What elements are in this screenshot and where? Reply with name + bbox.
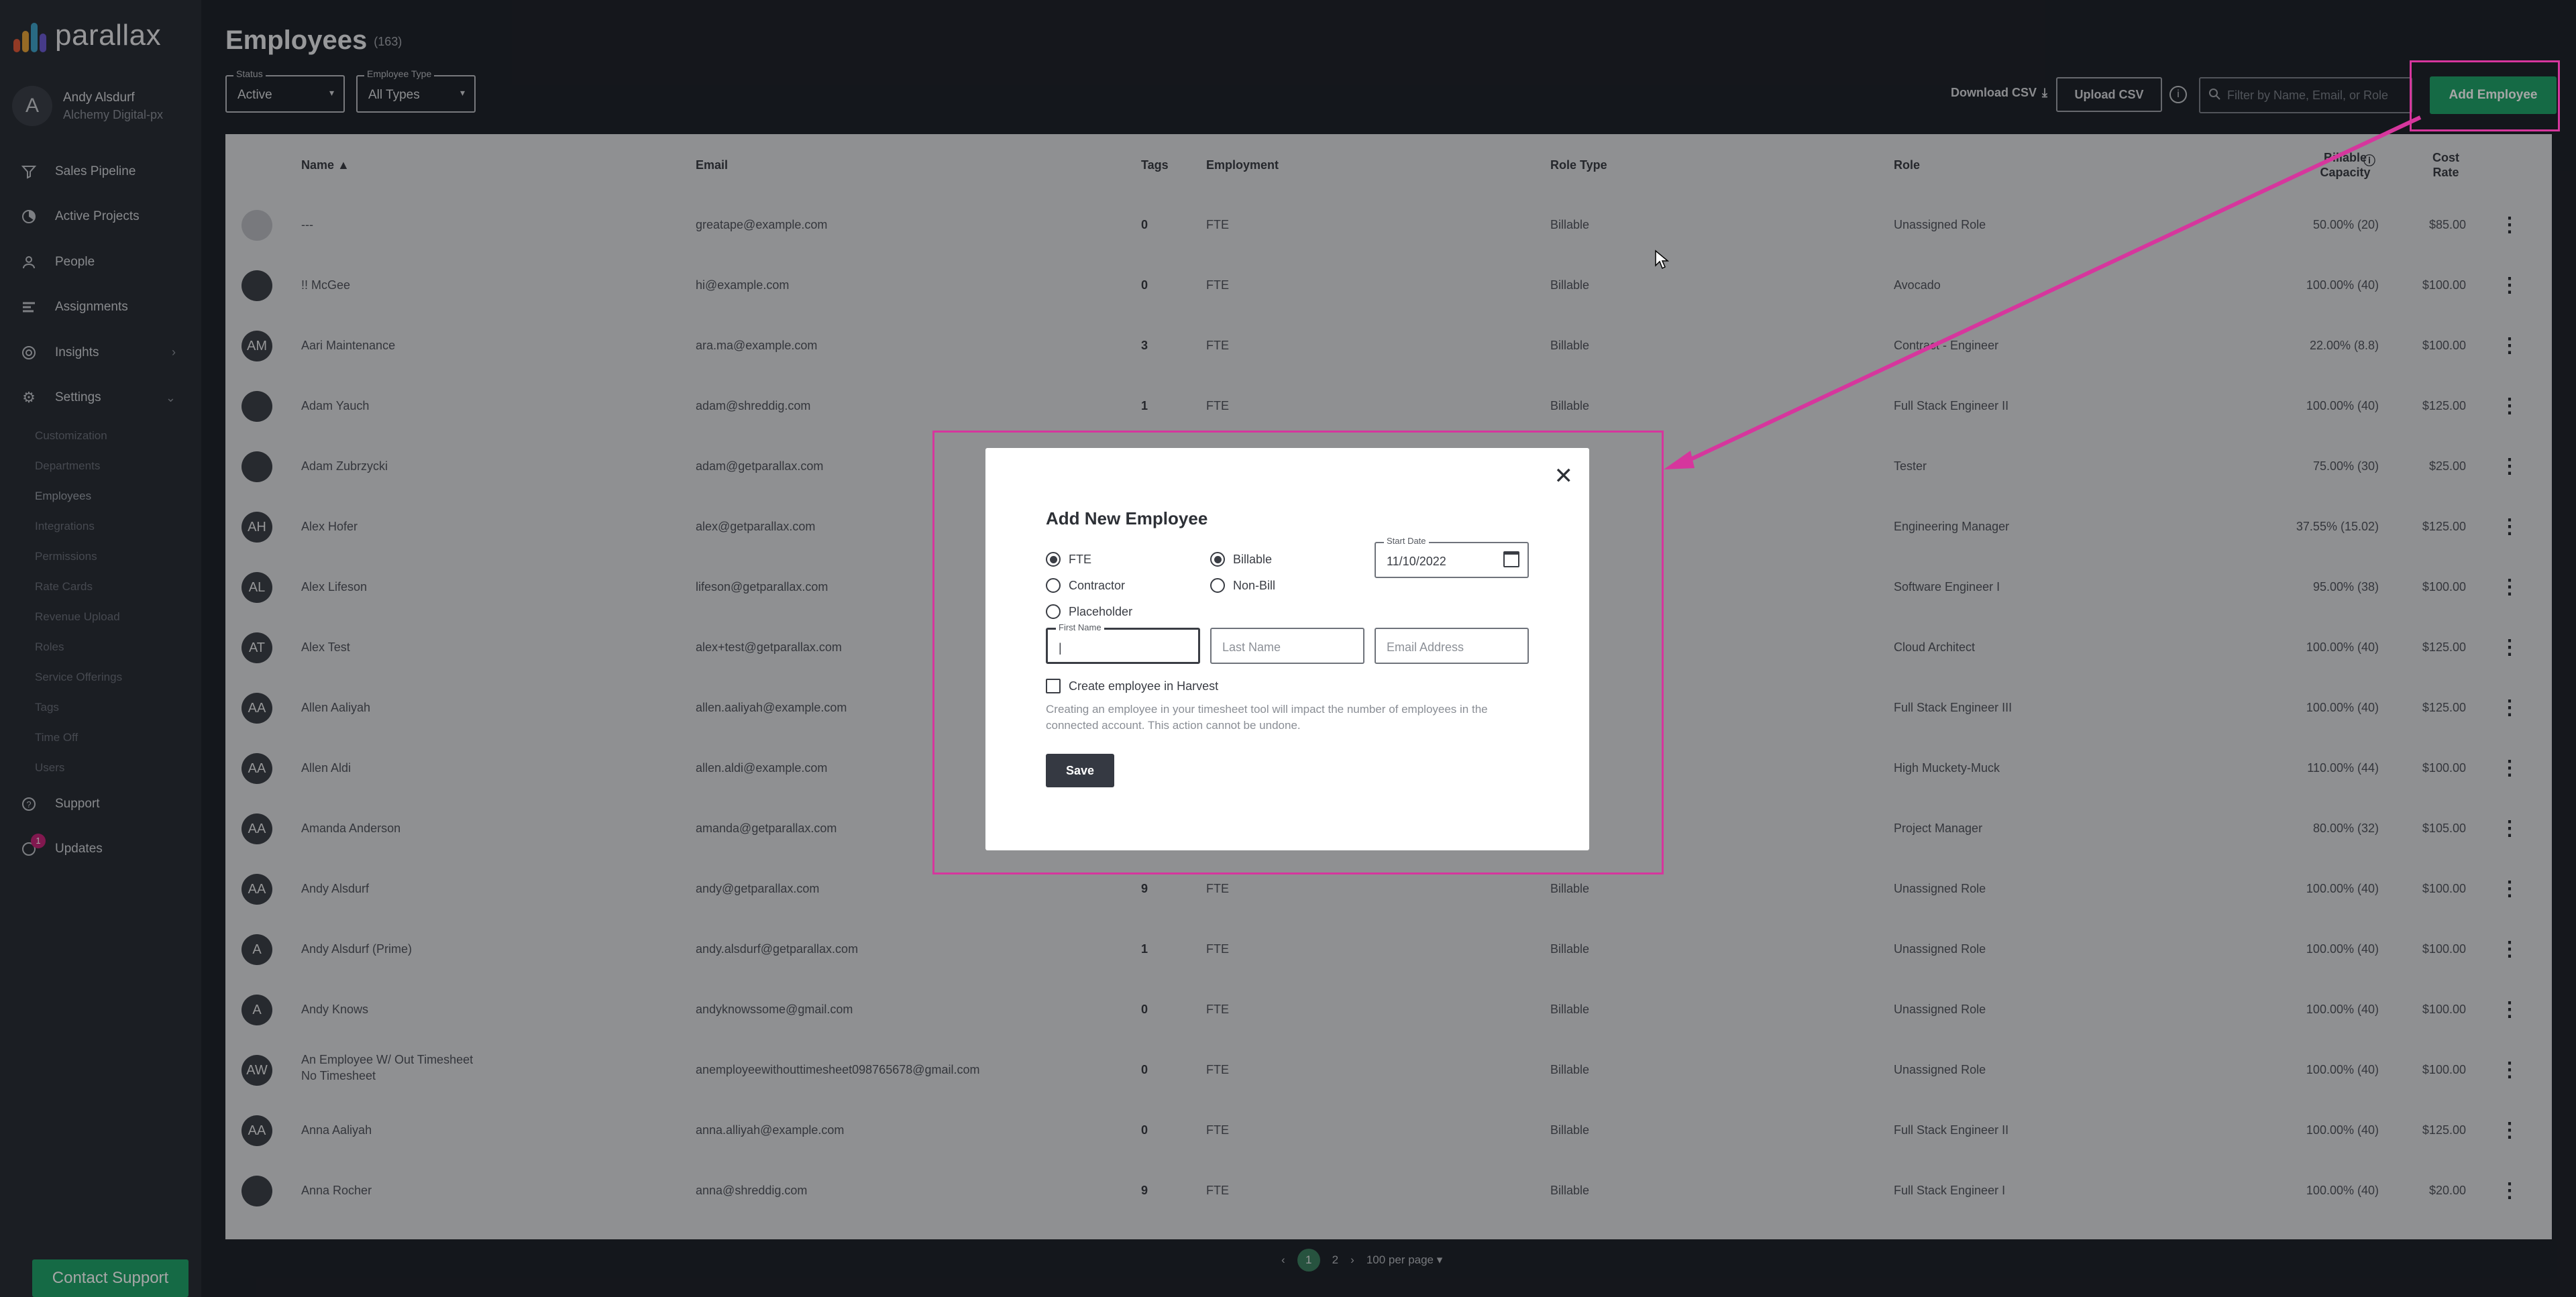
- radio-icon: [1046, 578, 1061, 593]
- create-in-harvest-checkbox[interactable]: Create employee in Harvest: [1046, 679, 1218, 693]
- start-date-label: Start Date: [1384, 536, 1429, 546]
- radio-icon: [1210, 578, 1225, 593]
- modal-title: Add New Employee: [1046, 508, 1208, 528]
- radio-selected-icon: [1210, 552, 1225, 567]
- start-date-value: 11/10/2022: [1387, 555, 1446, 568]
- radio-label: FTE: [1069, 552, 1091, 566]
- start-date-field[interactable]: Start Date 11/10/2022: [1375, 536, 1529, 578]
- last-name-placeholder: Last Name: [1222, 640, 1281, 654]
- radio-billable[interactable]: Billable: [1210, 552, 1272, 567]
- radio-fte[interactable]: FTE: [1046, 552, 1091, 567]
- checkbox-icon: [1046, 679, 1061, 693]
- radio-label: Placeholder: [1069, 604, 1133, 618]
- email-placeholder: Email Address: [1387, 640, 1464, 654]
- close-icon[interactable]: ✕: [1554, 463, 1574, 490]
- radio-non-bill[interactable]: Non-Bill: [1210, 578, 1275, 593]
- save-button[interactable]: Save: [1046, 754, 1114, 787]
- radio-label: Contractor: [1069, 578, 1126, 592]
- radio-label: Billable: [1233, 552, 1273, 566]
- radio-selected-icon: [1046, 552, 1061, 567]
- mouse-cursor-icon: [1655, 249, 1670, 270]
- radio-placeholder[interactable]: Placeholder: [1046, 604, 1132, 619]
- first-name-label: First Name: [1056, 622, 1104, 632]
- email-field[interactable]: Email Address: [1375, 628, 1529, 664]
- calendar-icon[interactable]: [1503, 551, 1519, 567]
- add-employee-modal: ✕ Add New Employee FTE Contractor Placeh…: [985, 448, 1589, 850]
- radio-label: Non-Bill: [1233, 578, 1276, 592]
- text-cursor: |: [1059, 641, 1062, 655]
- add-button-highlight-box: [2410, 60, 2560, 131]
- radio-contractor[interactable]: Contractor: [1046, 578, 1125, 593]
- last-name-field[interactable]: Last Name: [1210, 628, 1364, 664]
- first-name-field[interactable]: First Name |: [1046, 622, 1200, 664]
- radio-icon: [1046, 604, 1061, 619]
- help-text: Creating an employee in your timesheet t…: [1046, 703, 1488, 732]
- checkbox-label: Create employee in Harvest: [1069, 679, 1219, 693]
